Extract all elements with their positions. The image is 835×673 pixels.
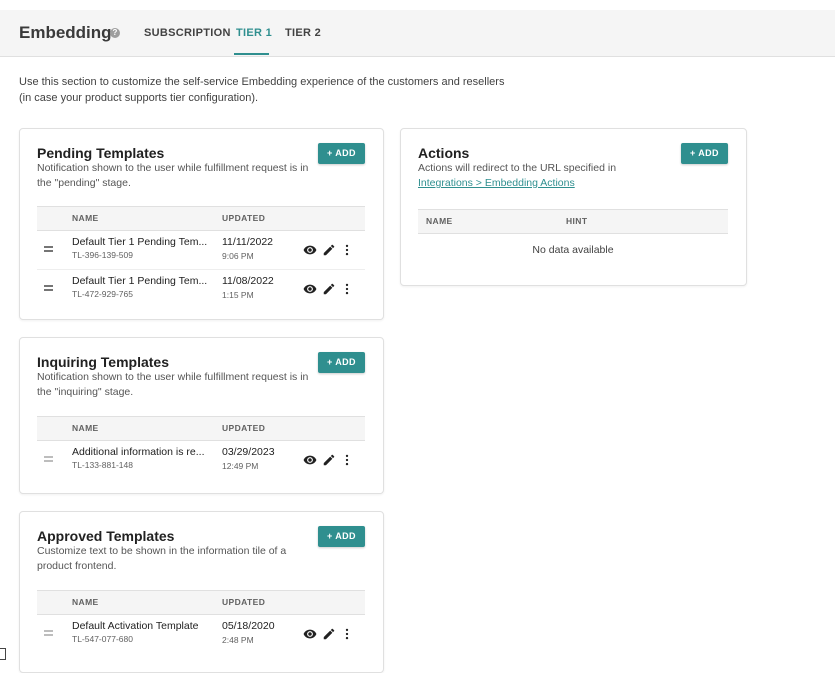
column-header-updated: UPDATED <box>222 423 266 433</box>
updated-date: 03/29/2023 <box>222 446 275 458</box>
preview-eye-icon[interactable] <box>303 627 317 641</box>
tab-tier-1[interactable]: TIER 1 <box>236 27 272 39</box>
preview-eye-icon[interactable] <box>303 243 317 257</box>
template-name: Default Tier 1 Pending Tem... <box>72 236 208 248</box>
updated-date: 11/11/2022 <box>222 236 273 248</box>
table-header: NAME HINT <box>418 209 728 234</box>
template-id: TL-547-077-680 <box>72 634 133 644</box>
template-id: TL-396-139-509 <box>72 250 133 260</box>
card-description: Notification shown to the user while ful… <box>37 162 309 189</box>
template-id: TL-472-929-765 <box>72 289 133 299</box>
edit-pencil-icon[interactable] <box>322 627 336 641</box>
card-description: Notification shown to the user while ful… <box>37 371 309 398</box>
preview-eye-icon[interactable] <box>303 453 317 467</box>
approved-templates-card: Approved Templates Customize text to be … <box>19 511 384 673</box>
add-action-button[interactable]: + ADD <box>681 143 728 164</box>
more-vert-icon[interactable] <box>340 453 354 467</box>
pending-templates-card: Pending Templates Notification shown to … <box>19 128 384 320</box>
drag-handle-icon[interactable] <box>44 246 53 252</box>
template-name: Default Activation Template <box>72 620 199 632</box>
column-header-name: NAME <box>72 597 99 607</box>
table-row[interactable]: Default Tier 1 Pending Tem... TL-472-929… <box>37 270 365 308</box>
table-row[interactable]: Default Activation Template TL-547-077-6… <box>37 615 365 653</box>
tab-subscription[interactable]: SUBSCRIPTION <box>144 27 231 39</box>
edit-pencil-icon[interactable] <box>322 282 336 296</box>
table-header: NAME UPDATED <box>37 590 365 615</box>
card-title: Inquiring Templates <box>37 354 169 370</box>
page-title: Embedding <box>19 23 112 42</box>
top-bar: Embedding ? SUBSCRIPTION TIER 1 TIER 2 <box>0 10 835 57</box>
card-title: Pending Templates <box>37 145 165 161</box>
edit-pencil-icon[interactable] <box>322 453 336 467</box>
updated-time: 12:49 PM <box>222 461 259 471</box>
integrations-link[interactable]: Integrations > Embedding Actions <box>418 177 575 189</box>
more-vert-icon[interactable] <box>340 243 354 257</box>
corner-bracket <box>0 648 6 660</box>
column-header-updated: UPDATED <box>222 213 266 223</box>
template-name: Default Tier 1 Pending Tem... <box>72 275 208 287</box>
more-vert-icon[interactable] <box>340 282 354 296</box>
updated-time: 9:06 PM <box>222 251 254 261</box>
add-pending-template-button[interactable]: + ADD <box>318 143 365 164</box>
active-tab-indicator <box>234 53 269 55</box>
drag-handle-icon[interactable] <box>44 456 53 462</box>
table-row[interactable]: Additional information is re... TL-133-8… <box>37 441 365 479</box>
column-header-name: NAME <box>72 423 99 433</box>
card-title: Actions <box>418 145 470 161</box>
edit-pencil-icon[interactable] <box>322 243 336 257</box>
drag-handle-icon[interactable] <box>44 285 53 291</box>
table-row[interactable]: Default Tier 1 Pending Tem... TL-396-139… <box>37 231 365 270</box>
card-description: Actions will redirect to the URL specifi… <box>418 161 678 191</box>
column-header-name: NAME <box>72 213 99 223</box>
drag-handle-icon[interactable] <box>44 630 53 636</box>
template-id: TL-133-881-148 <box>72 460 133 470</box>
template-name: Additional information is re... <box>72 446 205 458</box>
column-header-hint: HINT <box>566 216 588 226</box>
inquiring-templates-card: Inquiring Templates Notification shown t… <box>19 337 384 494</box>
preview-eye-icon[interactable] <box>303 282 317 296</box>
help-icon[interactable]: ? <box>110 28 120 38</box>
more-vert-icon[interactable] <box>340 627 354 641</box>
table-header: NAME UPDATED <box>37 416 365 441</box>
column-header-name: NAME <box>426 216 453 226</box>
add-approved-template-button[interactable]: + ADD <box>318 526 365 547</box>
updated-time: 2:48 PM <box>222 635 254 645</box>
card-description: Customize text to be shown in the inform… <box>37 545 287 572</box>
updated-time: 1:15 PM <box>222 290 254 300</box>
column-header-updated: UPDATED <box>222 597 266 607</box>
tab-tier-2[interactable]: TIER 2 <box>285 27 321 39</box>
updated-date: 11/08/2022 <box>222 275 274 287</box>
add-inquiring-template-button[interactable]: + ADD <box>318 352 365 373</box>
empty-state-text: No data available <box>532 244 614 256</box>
actions-card: Actions Actions will redirect to the URL… <box>400 128 747 286</box>
card-title: Approved Templates <box>37 528 175 544</box>
updated-date: 05/18/2020 <box>222 620 275 632</box>
actions-description: Actions will redirect to the URL specifi… <box>418 162 617 174</box>
table-header: NAME UPDATED <box>37 206 365 231</box>
intro-text: Use this section to customize the self-s… <box>19 76 505 104</box>
